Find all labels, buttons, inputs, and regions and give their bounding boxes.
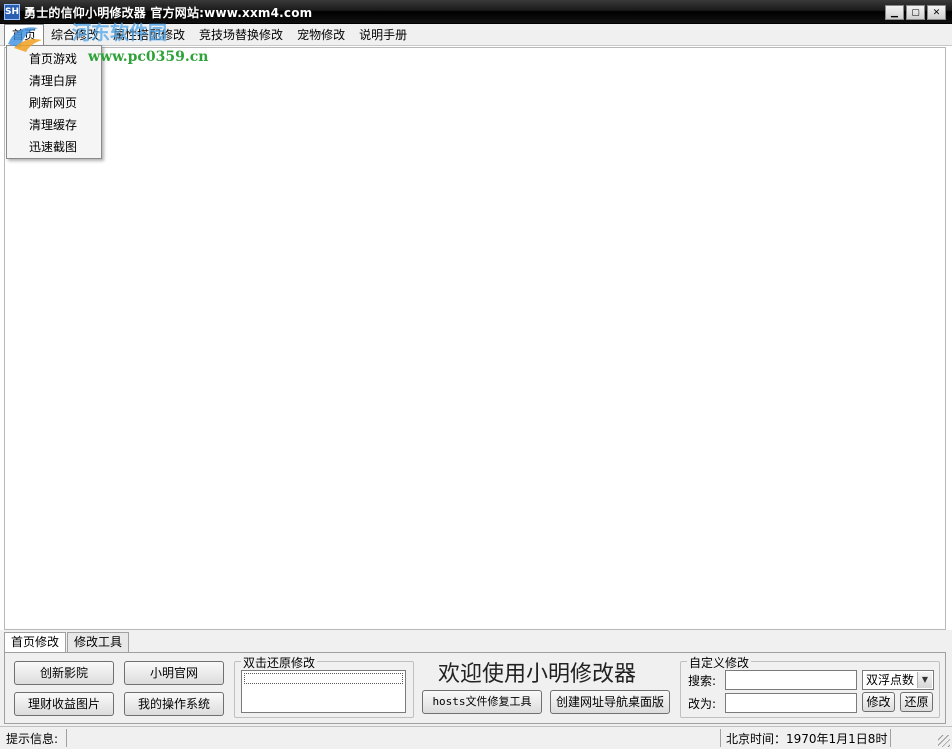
custom-group-label: 自定义修改 xyxy=(687,654,752,671)
dropdown-item-clear-cache[interactable]: 清理缓存 xyxy=(7,114,101,136)
number-type-value: 双浮点数 xyxy=(866,673,915,687)
dropdown-item-clear-white-screen[interactable]: 清理白屏 xyxy=(7,70,101,92)
create-nav-desktop-button[interactable]: 创建网址导航桌面版 xyxy=(550,690,670,714)
status-divider xyxy=(890,729,891,747)
window-controls: ▁ ▢ ✕ xyxy=(885,5,946,20)
close-icon: ✕ xyxy=(932,7,941,18)
status-time: 北京时间：1970年1月1日8时 xyxy=(726,732,888,746)
restore-button[interactable]: 还原 xyxy=(900,692,933,712)
minimize-icon: ▁ xyxy=(891,7,898,18)
xiaoming-site-button[interactable]: 小明官网 xyxy=(124,661,224,685)
minimize-button[interactable]: ▁ xyxy=(885,5,904,20)
chuangxin-cinema-button[interactable]: 创新影院 xyxy=(14,661,114,685)
bottom-tabs: 首页修改 修改工具 xyxy=(4,632,130,653)
search-input[interactable] xyxy=(725,670,857,690)
restore-group: 双击还原修改 xyxy=(234,654,414,718)
status-divider xyxy=(66,729,67,747)
app-icon[interactable]: SH xyxy=(4,4,20,20)
dropdown-item-quick-screenshot[interactable]: 迅速截图 xyxy=(7,136,101,158)
welcome-text: 欢迎使用小明修改器 xyxy=(438,662,637,687)
maximize-button[interactable]: ▢ xyxy=(906,5,925,20)
menu-arena-replace[interactable]: 竞技场替换修改 xyxy=(192,25,290,45)
search-label: 搜索: xyxy=(688,674,717,688)
my-os-button[interactable]: 我的操作系统 xyxy=(124,692,224,716)
window-title: 勇士的信仰小明修改器 官方网站:www.xxm4.com xyxy=(24,6,313,20)
status-divider xyxy=(720,729,721,747)
chevron-down-icon[interactable]: ▼ xyxy=(917,672,932,688)
hosts-fix-button[interactable]: hosts文件修复工具 xyxy=(422,690,542,714)
close-button[interactable]: ✕ xyxy=(927,5,946,20)
replace-label: 改为: xyxy=(688,697,717,711)
watermark-site-name: 河东软件园 xyxy=(72,22,168,44)
replace-input[interactable] xyxy=(725,693,857,713)
status-label: 提示信息: xyxy=(6,732,59,746)
tab-home-modify[interactable]: 首页修改 xyxy=(4,632,67,653)
main-content-area[interactable] xyxy=(4,47,946,630)
number-type-select[interactable]: 双浮点数 ▼ xyxy=(862,670,934,690)
menu-pet-modify[interactable]: 宠物修改 xyxy=(290,25,352,45)
dropdown-item-refresh-page[interactable]: 刷新网页 xyxy=(7,92,101,114)
status-bar: 提示信息: 北京时间：1970年1月1日8时 xyxy=(0,726,952,749)
maximize-icon: ▢ xyxy=(911,7,920,18)
watermark-url: www.pc0359.cn xyxy=(88,49,209,65)
tab-modify-tools[interactable]: 修改工具 xyxy=(67,632,130,652)
restore-listbox[interactable] xyxy=(241,670,406,713)
watermark-logo-icon xyxy=(8,27,42,52)
modify-button[interactable]: 修改 xyxy=(862,692,895,712)
finance-image-button[interactable]: 理财收益图片 xyxy=(14,692,114,716)
restore-group-label: 双击还原修改 xyxy=(241,654,318,671)
resize-grip-icon[interactable] xyxy=(938,735,950,747)
menu-manual[interactable]: 说明手册 xyxy=(352,25,414,45)
listbox-selection xyxy=(244,673,403,684)
